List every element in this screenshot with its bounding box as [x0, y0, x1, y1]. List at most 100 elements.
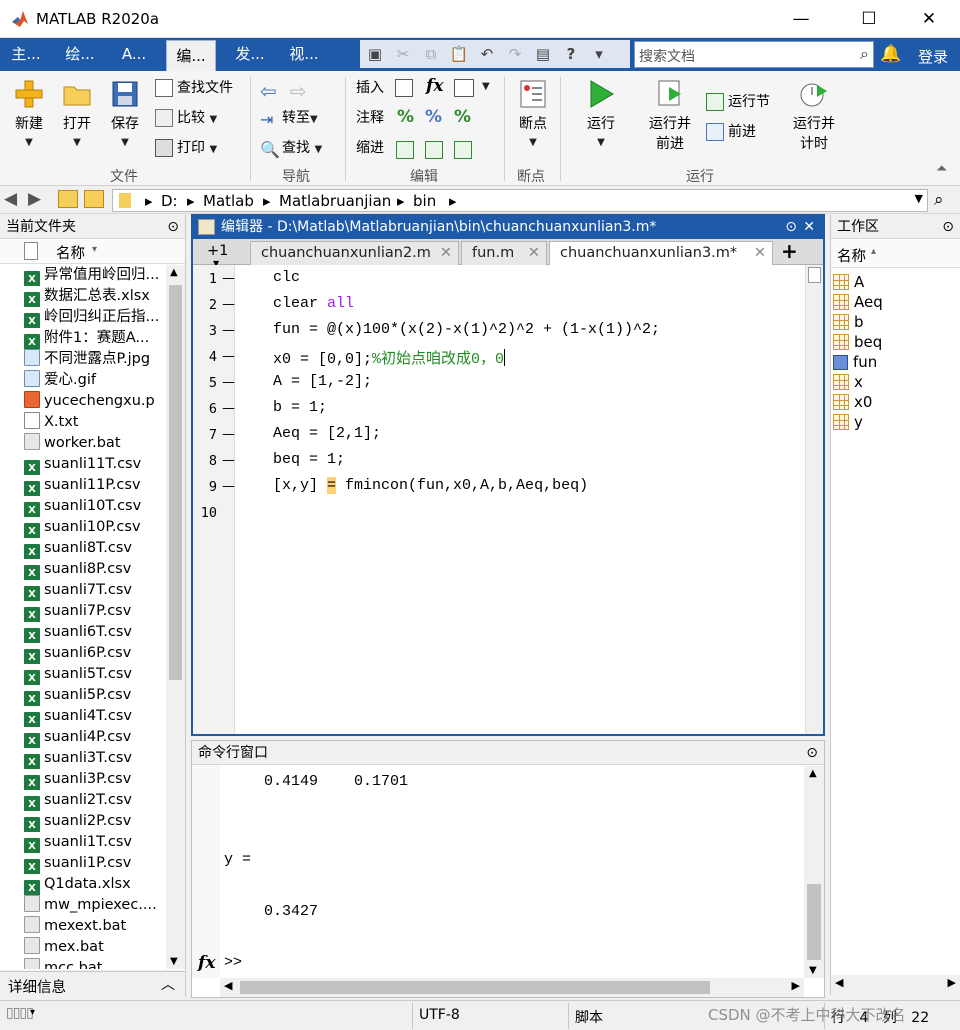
compare-button[interactable]: 比较 ▼	[155, 107, 217, 129]
file-list-item[interactable]: yucechengxu.p	[24, 391, 164, 412]
fx-function-browser-icon[interactable]: fx	[198, 953, 215, 973]
tab-chuanchuanxunlian3[interactable]: chuanchuanxunlian3.m* ✕	[549, 241, 773, 265]
run-section-button[interactable]: 运行节	[706, 91, 770, 113]
tab-chuanchuanxunlian2[interactable]: chuanchuanxunlian2.m ✕	[250, 241, 459, 265]
new-tab-button[interactable]: +	[781, 239, 798, 263]
file-list-item[interactable]: Xsuanli8T.csv	[24, 538, 164, 559]
run-and-time-button[interactable]: 运行并 计时	[786, 79, 842, 153]
notification-bell-icon[interactable]: 🔔	[880, 44, 901, 64]
breadcrumb-matlabruanjian[interactable]: Matlabruanjian	[279, 192, 391, 210]
comment-button[interactable]: 注释	[356, 107, 384, 129]
file-list-item[interactable]: Xsuanli4P.csv	[24, 727, 164, 748]
forward-arrow-icon[interactable]: ⇨	[290, 79, 307, 103]
file-list-scrollbar[interactable]: ▲ ▼	[166, 265, 185, 969]
editor-menu-icon[interactable]: ⊙	[785, 216, 797, 239]
file-list-item[interactable]: Xsuanli4T.csv	[24, 706, 164, 727]
maximize-button[interactable]: ☐	[846, 0, 892, 38]
save-file-button[interactable]: 保存 ▼	[100, 79, 150, 149]
code-line[interactable]: beq = 1;	[273, 451, 345, 468]
scroll-left-icon[interactable]: ◀	[224, 979, 232, 992]
file-list-item[interactable]: Xsuanli2P.csv	[24, 811, 164, 832]
code-line[interactable]: fun = @(x)100*(x(2)-x(1)^2)^2 + (1-x(1))…	[273, 321, 660, 338]
path-field[interactable]: ▸ D: ▸ Matlab ▸ Matlabruanjian ▸ bin ▸ ▼	[112, 189, 928, 212]
details-panel-header[interactable]: 详细信息 ︿	[0, 971, 186, 997]
workspace-variable[interactable]: b	[833, 312, 864, 332]
file-list-item[interactable]: Xsuanli3T.csv	[24, 748, 164, 769]
print-button[interactable]: 打印 ▼	[155, 137, 217, 159]
file-list-item[interactable]: Xsuanli10P.csv	[24, 517, 164, 538]
file-list-item[interactable]: Xsuanli11P.csv	[24, 475, 164, 496]
edit-more-dropdown[interactable]: ▼	[482, 81, 490, 92]
forward-icon[interactable]: ▶	[28, 189, 41, 209]
scroll-down-icon[interactable]: ▼	[170, 956, 178, 967]
cut-icon[interactable]: ✂	[392, 43, 414, 65]
workspace-variable[interactable]: A	[833, 272, 864, 292]
breadcrumb-bin[interactable]: bin	[413, 192, 436, 210]
search-icon[interactable]: ⌕	[860, 44, 869, 64]
run-and-advance-button[interactable]: 运行并 前进	[642, 79, 698, 153]
file-list-item[interactable]: Xsuanli10T.csv	[24, 496, 164, 517]
workspace-menu-icon[interactable]: ⊙	[942, 215, 954, 239]
increase-indent-icon[interactable]	[425, 141, 443, 159]
command-hscrollbar[interactable]: ◀ ▶	[220, 978, 804, 997]
editor-scrollbar[interactable]	[805, 265, 823, 734]
file-list-item[interactable]: Xsuanli1T.csv	[24, 832, 164, 853]
expand-details-icon[interactable]: ︿	[161, 974, 175, 994]
code-line[interactable]: clear all	[273, 295, 354, 312]
panel-menu-icon[interactable]: ⊙	[167, 215, 179, 239]
scroll-down-icon[interactable]: ▼	[809, 965, 817, 976]
tab-editor[interactable]: 编...	[166, 40, 216, 71]
save-icon[interactable]: ▣	[364, 43, 386, 65]
fx-icon[interactable]: fx	[426, 76, 443, 96]
command-scrollbar[interactable]: ▲ ▼	[804, 766, 824, 978]
insert-section-icon[interactable]	[395, 79, 413, 97]
back-arrow-icon[interactable]: ⇦	[260, 79, 277, 103]
smart-indent-icon[interactable]	[396, 141, 414, 159]
tab-home[interactable]: 主...	[4, 38, 48, 71]
workspace-name-column[interactable]: 名称	[837, 245, 866, 266]
tab-overflow-count[interactable]: +1	[207, 243, 228, 259]
file-list-item[interactable]: 爱心.gif	[24, 370, 164, 391]
tab-apps[interactable]: A...	[112, 38, 156, 71]
path-dropdown-icon[interactable]: ▼	[915, 192, 923, 205]
advance-button[interactable]: 前进	[706, 121, 756, 143]
file-list-item[interactable]: worker.bat	[24, 433, 164, 454]
command-prompt[interactable]: >>	[224, 954, 242, 971]
login-button[interactable]: 登录	[918, 46, 948, 67]
file-list-item[interactable]: mw_mpiexec....	[24, 895, 164, 916]
redo-icon[interactable]: ↷	[504, 43, 526, 65]
tab-publish[interactable]: 发...	[226, 38, 274, 71]
tab-fun[interactable]: fun.m ✕	[461, 241, 547, 265]
breadcrumb-drive[interactable]: D:	[161, 192, 178, 210]
insert-function-icon[interactable]	[454, 79, 474, 97]
new-button[interactable]: 新建 ▼	[4, 79, 54, 149]
file-list-item[interactable]: Xsuanli3P.csv	[24, 769, 164, 790]
editor-scroll-thumb[interactable]	[808, 267, 821, 283]
file-list-item[interactable]: Xsuanli1P.csv	[24, 853, 164, 874]
help-icon[interactable]: ?	[560, 43, 582, 65]
code-line[interactable]: x0 = [0,0];%初始点咱改成0，0	[273, 347, 506, 368]
browse-folder-icon[interactable]	[84, 190, 104, 208]
file-list-item[interactable]: 不同泄露点P.jpg	[24, 349, 164, 370]
workspace-variable[interactable]: beq	[833, 332, 882, 352]
scroll-up-icon[interactable]: ▲	[170, 267, 178, 278]
find-files-button[interactable]: 查找文件	[155, 77, 233, 99]
file-list-item[interactable]: X 数据汇总表.xlsx	[24, 286, 164, 307]
file-list-item[interactable]: Xsuanli8P.csv	[24, 559, 164, 580]
undo-icon[interactable]: ↶	[476, 43, 498, 65]
editor-close-icon[interactable]: ✕	[803, 216, 815, 239]
scroll-up-icon[interactable]: ▲	[809, 768, 817, 779]
uncomment-icon[interactable]: %	[425, 107, 442, 127]
file-list-item[interactable]: X 附件1：赛题A...	[24, 328, 164, 349]
decrease-indent-icon[interactable]	[454, 141, 472, 159]
name-column-header[interactable]: 名称	[56, 242, 85, 263]
indent-button[interactable]: 缩进	[356, 137, 384, 159]
open-button[interactable]: 打开 ▼	[52, 79, 102, 149]
up-folder-icon[interactable]	[58, 190, 78, 208]
workspace-variable[interactable]: x	[833, 372, 863, 392]
paste-icon[interactable]: 📋	[448, 43, 470, 65]
file-list-item[interactable]: mexext.bat	[24, 916, 164, 937]
collapse-ribbon-icon[interactable]: ⏶	[936, 161, 947, 177]
search-folder-icon[interactable]: ⌕	[934, 190, 944, 210]
scroll-thumb[interactable]	[807, 884, 821, 960]
